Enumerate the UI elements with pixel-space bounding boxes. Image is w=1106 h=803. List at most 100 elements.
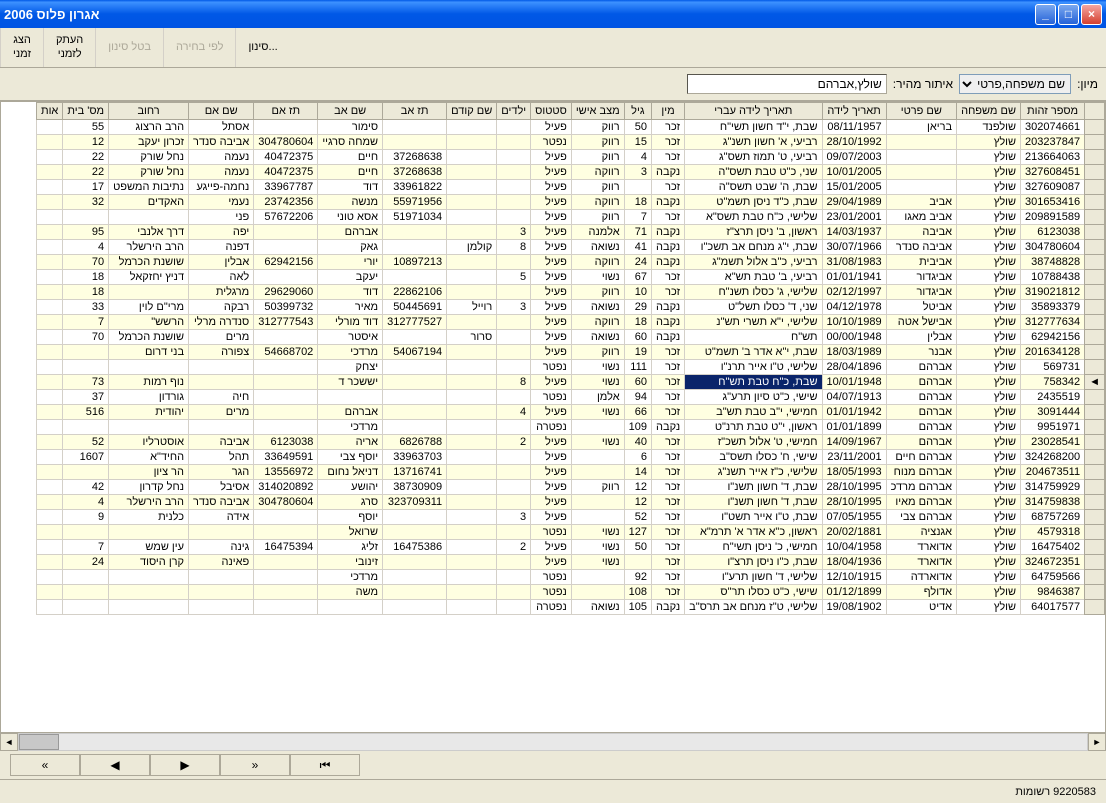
cell[interactable]: 6123038	[254, 435, 318, 450]
cell[interactable]: אברהם מרדכ	[886, 480, 957, 495]
cell[interactable]: 304780604	[254, 135, 318, 150]
cell[interactable]: 23/11/2001	[822, 450, 886, 465]
cell[interactable]	[254, 330, 318, 345]
cell[interactable]: הרב הירשלר	[109, 495, 189, 510]
cell[interactable]: נפטר	[531, 135, 572, 150]
cell[interactable]	[318, 600, 383, 615]
cell[interactable]	[497, 360, 531, 375]
cell[interactable]: נפטר	[531, 585, 572, 600]
cell[interactable]: 40	[624, 435, 651, 450]
cell[interactable]: שולץ	[957, 495, 1021, 510]
cell[interactable]: גינה	[189, 540, 254, 555]
cell[interactable]	[447, 600, 497, 615]
column-header[interactable]: מצב אישי	[571, 103, 624, 120]
cell[interactable]: שולץ	[957, 270, 1021, 285]
cell[interactable]: 324672351	[1021, 555, 1085, 570]
table-row[interactable]: 324268200שולץאברהם חיים23/11/2001שישי, ח…	[36, 450, 1104, 465]
cell[interactable]: פעיל	[531, 180, 572, 195]
column-header[interactable]: שם אב	[318, 103, 383, 120]
cell[interactable]: נחל קדרון	[109, 480, 189, 495]
cell[interactable]: נקבה	[652, 600, 685, 615]
cell[interactable]: זכר	[652, 570, 685, 585]
cell[interactable]: יוסף צבי	[318, 450, 383, 465]
cell[interactable]: 01/01/1941	[822, 270, 886, 285]
cell[interactable]: 15	[624, 135, 651, 150]
cell[interactable]: שבת, י"ג מנחם אב תשכ"ו	[685, 240, 822, 255]
cell[interactable]: 33967787	[254, 180, 318, 195]
cell[interactable]: נעמה	[189, 150, 254, 165]
cell[interactable]: אביטל	[886, 300, 957, 315]
cell[interactable]: האקדים	[109, 195, 189, 210]
table-row[interactable]: 569731שולץאברהם28/04/1896שלישי, ט"ו אייר…	[36, 360, 1104, 375]
cell[interactable]: 17	[63, 180, 109, 195]
cell[interactable]: 4	[63, 495, 109, 510]
cell[interactable]: פעיל	[531, 480, 572, 495]
cell[interactable]: 8	[497, 240, 531, 255]
cell[interactable]	[383, 120, 447, 135]
cell[interactable]: שולץ	[957, 450, 1021, 465]
cell[interactable]	[447, 360, 497, 375]
cell[interactable]: נשוי	[571, 405, 624, 420]
cell[interactable]: פעיל	[531, 120, 572, 135]
cell[interactable]	[447, 390, 497, 405]
cell[interactable]	[36, 450, 62, 465]
cell[interactable]: רביעי, ט' תמוז תשס"ג	[685, 150, 822, 165]
cell[interactable]: 07/05/1955	[822, 510, 886, 525]
cell[interactable]: נעמי	[189, 195, 254, 210]
cell[interactable]	[497, 255, 531, 270]
cell[interactable]	[36, 345, 62, 360]
cell[interactable]	[36, 480, 62, 495]
cell[interactable]	[886, 165, 957, 180]
cell[interactable]	[571, 570, 624, 585]
cell[interactable]: 31/08/1983	[822, 255, 886, 270]
cell[interactable]	[36, 210, 62, 225]
cell[interactable]: 18/05/1993	[822, 465, 886, 480]
column-header[interactable]: גיל	[624, 103, 651, 120]
cell[interactable]	[383, 225, 447, 240]
cell[interactable]	[254, 525, 318, 540]
cell[interactable]: 16475386	[383, 540, 447, 555]
table-row[interactable]: 204673511שולץאברהם מנוח18/05/1993שלישי, …	[36, 465, 1104, 480]
cell[interactable]: נקבה	[652, 195, 685, 210]
cell[interactable]: אסא טוני	[318, 210, 383, 225]
cell[interactable]: סרג	[318, 495, 383, 510]
cell[interactable]: אדוארדה	[886, 570, 957, 585]
cell[interactable]: שבת, כ"ח טבת תש"ח	[685, 375, 822, 390]
cell[interactable]: שלישי, כ"ח טבת תשס"א	[685, 210, 822, 225]
cell[interactable]: שולץ	[957, 345, 1021, 360]
cell[interactable]: נפטר	[531, 525, 572, 540]
cell[interactable]: 204673511	[1021, 465, 1085, 480]
cell[interactable]	[36, 225, 62, 240]
cell[interactable]: שולץ	[957, 330, 1021, 345]
cell[interactable]: שולץ	[957, 525, 1021, 540]
cell[interactable]	[63, 600, 109, 615]
cell[interactable]: שולץ	[957, 195, 1021, 210]
cell[interactable]: 304780604	[254, 495, 318, 510]
cell[interactable]	[447, 495, 497, 510]
cell[interactable]: אביבה סנדר	[189, 135, 254, 150]
show-temp-button[interactable]: הצג זמני	[0, 28, 43, 67]
cell[interactable]: 70	[63, 330, 109, 345]
table-row[interactable]: 68757269שולץאברהם צבי07/05/1955שבת, ט"ו …	[36, 510, 1104, 525]
table-row[interactable]: 213664063שולץ09/07/2003רביעי, ט' תמוז תש…	[36, 150, 1104, 165]
cell[interactable]: זליג	[318, 540, 383, 555]
cell[interactable]: 12	[624, 480, 651, 495]
cell[interactable]	[886, 150, 957, 165]
cell[interactable]: 04/12/1978	[822, 300, 886, 315]
cell[interactable]	[36, 525, 62, 540]
cell[interactable]: אביגדור	[886, 285, 957, 300]
table-row[interactable]: 62942156שולץאבלין00/00/1948תש"חנקבה60נשו…	[36, 330, 1104, 345]
cell[interactable]: 73	[63, 375, 109, 390]
cell[interactable]: מרדכי	[318, 570, 383, 585]
table-row[interactable]: 3091444שולץאברהם01/01/1942חמישי, י"ב טבת…	[36, 405, 1104, 420]
data-grid[interactable]: מספר זהותשם משפחהשם פרטיתאריך לידהתאריך …	[0, 101, 1106, 733]
cell[interactable]: 52	[624, 510, 651, 525]
cell[interactable]: 314020892	[254, 480, 318, 495]
cell[interactable]: 108	[624, 585, 651, 600]
table-row[interactable]: 9846387שולץאדולף01/12/1899שישי, כ"ט כסלו…	[36, 585, 1104, 600]
cell[interactable]: 10897213	[383, 255, 447, 270]
table-row[interactable]: 2435519שולץאברהם04/07/1913שישי, כ"ט סיון…	[36, 390, 1104, 405]
cell[interactable]: אדולף	[886, 585, 957, 600]
cell[interactable]: 1607	[63, 450, 109, 465]
cell[interactable]: יעקב	[318, 270, 383, 285]
